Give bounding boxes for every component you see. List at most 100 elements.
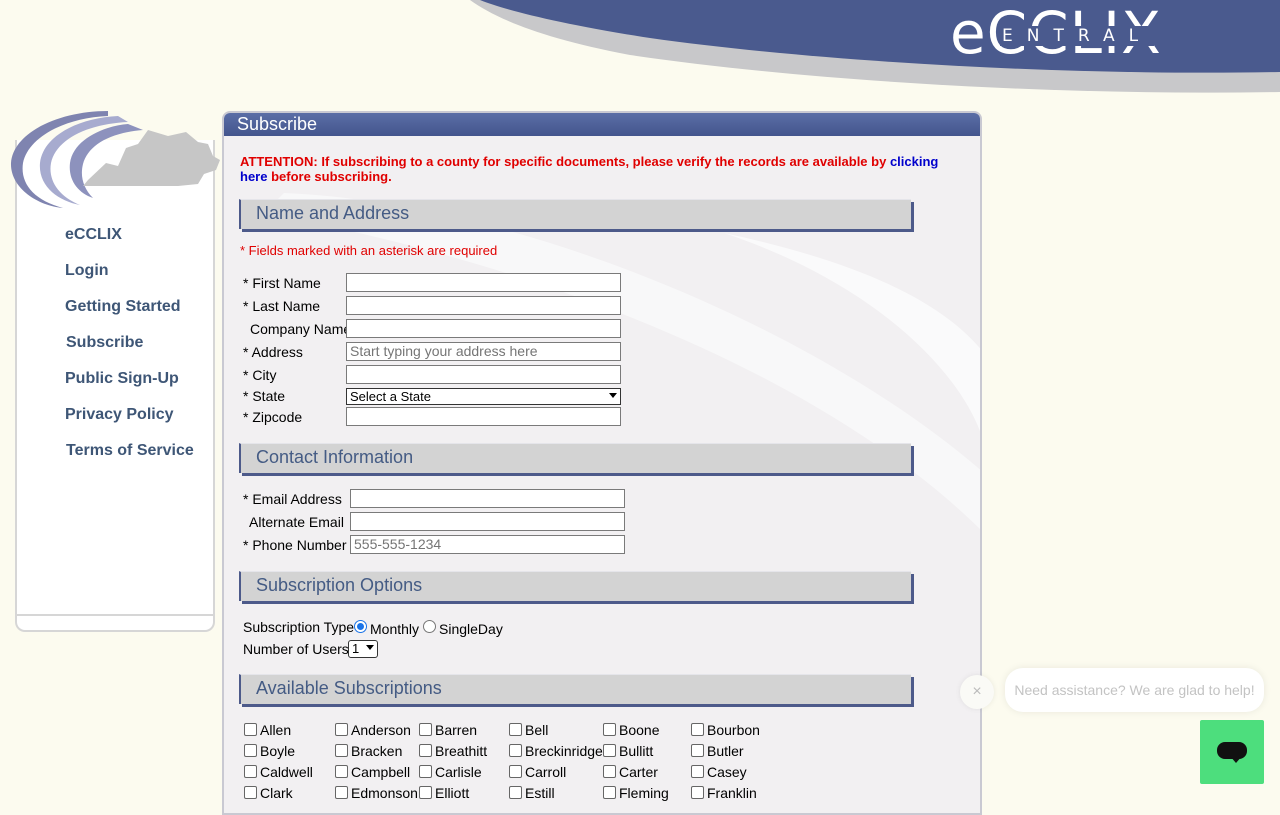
kentucky-logo <box>10 111 220 208</box>
section-title: Contact Information <box>256 447 414 467</box>
subscription-type-label: Subscription Type <box>243 619 355 635</box>
nav-subscribe[interactable]: Subscribe <box>65 334 194 370</box>
county-checkbox[interactable] <box>335 786 348 799</box>
county-label: Carter <box>619 764 658 780</box>
county-checkbox[interactable] <box>509 765 522 778</box>
number-of-users-select[interactable]: 1 <box>348 640 378 658</box>
section-subscription-options: Subscription Options <box>239 571 911 601</box>
panel-title-bar: Subscribe <box>224 113 980 136</box>
county-checkbox[interactable] <box>335 723 348 736</box>
county-checkbox[interactable] <box>509 744 522 757</box>
county-checkbox[interactable] <box>691 723 704 736</box>
panel-title: Subscribe <box>237 114 318 134</box>
county-label: Carroll <box>525 764 567 780</box>
county-checkbox[interactable] <box>509 723 522 736</box>
state-label: * State <box>243 388 286 404</box>
county-label: Bourbon <box>707 722 760 738</box>
number-of-users-label: Number of Users <box>243 641 349 657</box>
nav-login[interactable]: Login <box>65 262 194 298</box>
county-checkbox[interactable] <box>509 786 522 799</box>
county-label: Butler <box>707 743 744 759</box>
county-label: Breathitt <box>435 743 488 759</box>
state-select[interactable]: Select a State <box>346 388 621 405</box>
alternate-email-label: Alternate Email <box>249 514 344 530</box>
county-checkbox[interactable] <box>244 744 257 757</box>
county-label: Bell <box>525 722 549 738</box>
monthly-label: Monthly <box>370 621 420 637</box>
email-input[interactable] <box>350 489 625 508</box>
county-checkbox[interactable] <box>244 723 257 736</box>
last-name-input[interactable] <box>346 296 621 315</box>
sidebar-footer <box>17 614 213 616</box>
county-label: Elliott <box>435 785 470 801</box>
county-checkbox[interactable] <box>691 786 704 799</box>
first-name-input[interactable] <box>346 273 621 292</box>
city-label: * City <box>243 367 277 383</box>
county-checkbox[interactable] <box>419 744 432 757</box>
ecclix-central-logo[interactable]: eCCLIX ENTRAL <box>950 0 1180 67</box>
county-checkbox[interactable] <box>244 786 257 799</box>
nav-terms-of-service[interactable]: Terms of Service <box>65 442 194 478</box>
alternate-email-input[interactable] <box>350 512 625 531</box>
attention-text-after: before subscribing. <box>267 169 392 184</box>
county-checkbox[interactable] <box>244 765 257 778</box>
email-label: * Email Address <box>243 491 342 507</box>
chevron-down-icon <box>366 645 374 650</box>
zipcode-input[interactable] <box>346 407 621 426</box>
section-name-address: Name and Address <box>239 199 911 229</box>
nav-public-sign-up[interactable]: Public Sign-Up <box>65 370 194 406</box>
county-label: Allen <box>260 722 292 738</box>
section-contact-information: Contact Information <box>239 443 911 473</box>
county-label: Breckinridge <box>525 743 603 759</box>
county-label: Estill <box>525 785 555 801</box>
county-label: Bullitt <box>619 743 654 759</box>
phone-input[interactable]: 555-555-1234 <box>350 535 625 554</box>
county-checkbox[interactable] <box>603 723 616 736</box>
address-label: * Address <box>243 344 303 360</box>
address-input[interactable]: Start typing your address here <box>346 342 621 361</box>
county-checkbox[interactable] <box>691 744 704 757</box>
county-label: Fleming <box>619 785 669 801</box>
county-checkbox[interactable] <box>603 744 616 757</box>
chat-close-button[interactable]: × <box>960 675 994 709</box>
chat-prompt-bubble[interactable]: Need assistance? We are glad to help! <box>1005 668 1264 712</box>
county-label: Clark <box>260 785 293 801</box>
company-name-label: Company Name <box>250 321 352 337</box>
header: eCCLIX ENTRAL <box>0 0 1280 100</box>
chat-launcher-button[interactable] <box>1200 720 1264 784</box>
company-name-input[interactable] <box>346 319 621 338</box>
county-label: Campbell <box>351 764 411 780</box>
county-label: Franklin <box>707 785 757 801</box>
county-label: Edmonson <box>351 785 418 801</box>
chat-bubble-icon-tail <box>1230 756 1242 763</box>
county-checkbox[interactable] <box>603 786 616 799</box>
city-input[interactable] <box>346 365 621 384</box>
single-day-radio[interactable] <box>423 620 436 633</box>
section-title: Subscription Options <box>256 575 423 595</box>
county-checkbox[interactable] <box>419 765 432 778</box>
county-checkbox[interactable] <box>335 765 348 778</box>
county-checkbox[interactable] <box>335 744 348 757</box>
county-label: Bracken <box>351 743 403 759</box>
county-checkbox[interactable] <box>691 765 704 778</box>
state-select-value: Select a State <box>350 389 431 404</box>
county-label: Barren <box>435 722 478 738</box>
chevron-down-icon <box>609 393 617 398</box>
last-name-label: * Last Name <box>243 298 321 314</box>
logo-subtext: ENTRAL <box>1000 26 1155 46</box>
nav-privacy-policy[interactable]: Privacy Policy <box>65 406 194 442</box>
county-checkbox[interactable] <box>419 786 432 799</box>
nav-ecclix[interactable]: eCCLIX <box>65 226 194 262</box>
phone-label: * Phone Number <box>243 537 347 553</box>
section-title: Available Subscriptions <box>256 678 442 698</box>
nav-getting-started[interactable]: Getting Started <box>65 298 194 334</box>
monthly-radio[interactable] <box>354 620 367 633</box>
county-label: Boone <box>619 722 660 738</box>
required-note: * Fields marked with an asterisk are req… <box>240 243 498 258</box>
sidebar-nav: eCCLIX Login Getting Started Subscribe P… <box>65 226 194 478</box>
county-checkbox[interactable] <box>603 765 616 778</box>
county-checkbox[interactable] <box>419 723 432 736</box>
single-day-label: SingleDay <box>439 621 503 637</box>
county-label: Anderson <box>351 722 411 738</box>
attention-text: ATTENTION: If subscribing to a county fo… <box>240 154 890 169</box>
